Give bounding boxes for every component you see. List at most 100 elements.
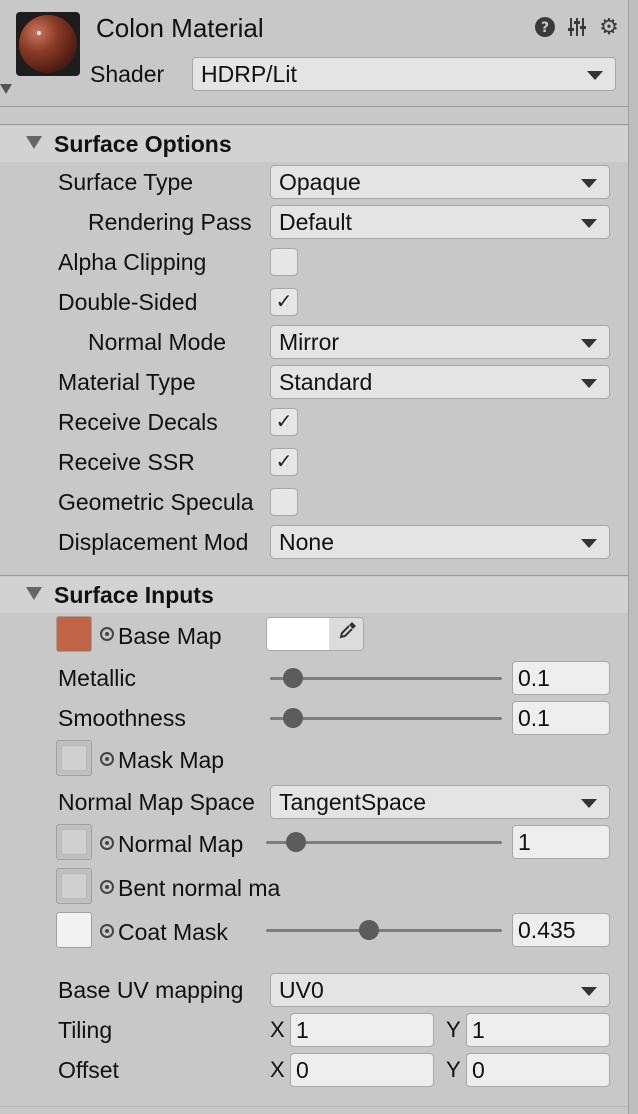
rendering-pass-dropdown[interactable]: Default <box>270 205 610 239</box>
preview-sphere <box>19 15 77 73</box>
eyedropper-icon[interactable] <box>335 620 361 648</box>
chevron-down-icon <box>581 379 597 388</box>
offset-x-field[interactable]: 0 <box>290 1053 434 1087</box>
tiling-x-field[interactable]: 1 <box>290 1013 434 1047</box>
offset-x-axis-label: X <box>270 1057 285 1082</box>
chevron-down-icon <box>581 219 597 228</box>
alpha-clipping-checkbox[interactable] <box>270 248 298 276</box>
object-picker-icon[interactable] <box>100 924 114 938</box>
shader-label: Shader <box>90 61 165 87</box>
offset-y-field[interactable]: 0 <box>466 1053 610 1087</box>
metallic-slider-thumb[interactable] <box>283 668 304 688</box>
header-divider <box>0 106 628 107</box>
object-picker-icon[interactable] <box>100 752 114 766</box>
object-picker-icon[interactable] <box>100 880 114 894</box>
surface-type-dropdown[interactable]: Opaque <box>270 165 610 199</box>
normal-map-space-label: Normal Map Space <box>58 789 255 815</box>
double-sided-checkbox[interactable]: ✓ <box>270 288 298 316</box>
base-color-swatch[interactable] <box>267 618 329 650</box>
normal-map-space-value: TangentSpace <box>279 789 427 815</box>
surface-inputs-header[interactable]: Surface Inputs <box>0 577 628 613</box>
material-title: Colon Material <box>96 13 264 43</box>
mask-map-texture-slot[interactable] <box>56 740 92 776</box>
shader-dropdown[interactable]: HDRP/Lit <box>192 57 616 91</box>
foldout-expanded-icon <box>26 136 42 149</box>
normal-mode-value: Mirror <box>279 329 340 355</box>
rendering-pass-label: Rendering Pass <box>88 209 252 235</box>
surface-type-value: Opaque <box>279 169 361 195</box>
alpha-clipping-label: Alpha Clipping <box>58 249 207 275</box>
normal-scale-slider-thumb[interactable] <box>285 832 306 852</box>
tiling-label: Tiling <box>58 1017 113 1043</box>
object-picker-icon[interactable] <box>100 836 114 850</box>
metallic-label: Metallic <box>58 665 136 691</box>
offset-y-axis-label: Y <box>446 1057 461 1082</box>
bent-normal-map-texture-slot[interactable] <box>56 868 92 904</box>
base-uv-mapping-label: Base UV mapping <box>58 977 244 1003</box>
tiling-x-axis-label: X <box>270 1017 285 1042</box>
empty-texture-placeholder <box>61 873 87 899</box>
bent-normal-map-label: Bent normal ma <box>118 875 281 901</box>
inspector-scrollbar[interactable] <box>628 0 638 1114</box>
checkmark-icon: ✓ <box>275 291 293 313</box>
section-divider <box>0 124 628 125</box>
coat-mask-label: Coat Mask <box>118 919 228 945</box>
normal-map-texture-slot[interactable] <box>56 824 92 860</box>
surface-type-label: Surface Type <box>58 169 194 195</box>
tiling-y-axis-label: Y <box>446 1017 461 1042</box>
normal-map-space-dropdown[interactable]: TangentSpace <box>270 785 610 819</box>
normal-mode-dropdown[interactable]: Mirror <box>270 325 610 359</box>
empty-texture-placeholder <box>61 745 87 771</box>
normal-map-label: Normal Map <box>118 831 244 857</box>
base-uv-mapping-dropdown[interactable]: UV0 <box>270 973 610 1007</box>
coat-mask-texture-slot[interactable] <box>56 912 92 948</box>
gear-icon[interactable]: ⚙ <box>596 14 622 40</box>
surface-options-title: Surface Options <box>54 131 232 157</box>
section-divider <box>0 1106 628 1107</box>
shader-dropdown-value: HDRP/Lit <box>201 61 297 87</box>
offset-label: Offset <box>58 1057 119 1083</box>
object-picker-icon[interactable] <box>100 627 114 641</box>
surface-options-header[interactable]: Surface Options <box>0 126 628 162</box>
base-map-texture-slot[interactable] <box>56 616 92 652</box>
geometric-specular-checkbox[interactable] <box>270 488 298 516</box>
receive-decals-label: Receive Decals <box>58 409 218 435</box>
receive-decals-checkbox[interactable]: ✓ <box>270 408 298 436</box>
base-map-label: Base Map <box>118 623 222 649</box>
geometric-specular-label: Geometric Specula <box>58 489 254 515</box>
chevron-down-icon <box>581 539 597 548</box>
base-uv-mapping-value: UV0 <box>279 977 324 1003</box>
help-icon[interactable]: ? <box>532 14 558 40</box>
material-type-dropdown[interactable]: Standard <box>270 365 610 399</box>
coat-mask-slider-thumb[interactable] <box>358 920 379 940</box>
header-foldout-arrow-icon[interactable] <box>0 84 12 94</box>
smoothness-value-field[interactable]: 0.1 <box>512 701 610 735</box>
material-header: Colon Material ? ⚙ Shader HDRP/Lit <box>0 0 638 108</box>
mask-map-label: Mask Map <box>118 747 225 773</box>
tiling-y-field[interactable]: 1 <box>466 1013 610 1047</box>
metallic-slider-track[interactable] <box>270 677 502 680</box>
preset-icon[interactable] <box>564 14 590 40</box>
double-sided-label: Double-Sided <box>58 289 198 315</box>
chevron-down-icon <box>581 987 597 996</box>
normal-scale-value-field[interactable]: 1 <box>512 825 610 859</box>
material-type-value: Standard <box>279 369 373 395</box>
chevron-down-icon <box>587 71 603 80</box>
material-preview-thumbnail[interactable] <box>16 12 80 76</box>
smoothness-slider-thumb[interactable] <box>283 708 304 728</box>
chevron-down-icon <box>581 339 597 348</box>
coat-mask-slider-track[interactable] <box>266 929 502 932</box>
displacement-mode-label: Displacement Mod <box>58 529 249 555</box>
material-type-label: Material Type <box>58 369 196 395</box>
coat-mask-value-field[interactable]: 0.435 <box>512 913 610 947</box>
normal-mode-label: Normal Mode <box>88 329 227 355</box>
displacement-mode-dropdown[interactable]: None <box>270 525 610 559</box>
smoothness-slider-track[interactable] <box>270 717 502 720</box>
section-divider <box>0 575 628 576</box>
base-color-field[interactable] <box>266 617 364 651</box>
receive-ssr-checkbox[interactable]: ✓ <box>270 448 298 476</box>
displacement-mode-value: None <box>279 529 334 555</box>
preview-highlight <box>37 31 41 35</box>
metallic-value-field[interactable]: 0.1 <box>512 661 610 695</box>
chevron-down-icon <box>581 179 597 188</box>
